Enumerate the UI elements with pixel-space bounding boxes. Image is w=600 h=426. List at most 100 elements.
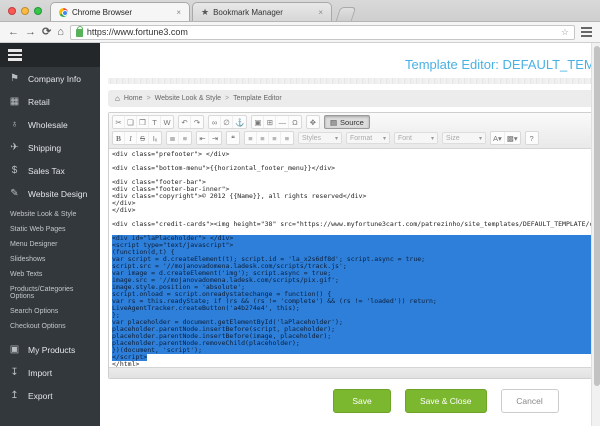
dropdown-label: Styles xyxy=(302,135,321,142)
undo-icon[interactable]: ↶ xyxy=(179,116,191,128)
strike-icon[interactable]: S xyxy=(137,132,149,144)
window-close-button[interactable] xyxy=(8,7,16,15)
hr-icon[interactable]: ― xyxy=(276,116,289,128)
code-line xyxy=(112,158,600,165)
copy-icon[interactable]: ❏ xyxy=(125,116,137,128)
breadcrumb-home[interactable]: Home xyxy=(124,95,143,102)
tab-chrome-browser[interactable]: Chrome Browser × xyxy=(50,2,190,21)
sidebar-item[interactable]: ▣ My Products xyxy=(0,338,100,361)
lock-icon xyxy=(76,29,83,37)
code-line: var placeholder = document.getElementByI… xyxy=(112,319,600,326)
home-icon[interactable]: ⌂ xyxy=(57,27,64,38)
toolbar-dropdown[interactable]: Size ▾ xyxy=(442,132,486,144)
sidebar-item-icon: ↧ xyxy=(8,367,21,378)
align-center-icon[interactable]: ≡ xyxy=(257,132,269,144)
indent-icon[interactable]: ⇥ xyxy=(209,132,221,144)
hamburger-icon[interactable] xyxy=(8,49,22,61)
new-tab-button[interactable] xyxy=(336,7,357,21)
sidebar-subitem[interactable]: Slideshows xyxy=(0,252,100,267)
sidebar-subitem[interactable]: Products/Categories Options xyxy=(0,282,100,304)
align-left-icon[interactable]: ≡ xyxy=(245,132,257,144)
browser-address-bar: ← → ⟳ ⌂ https://www.fortune3.com ☆ xyxy=(0,22,600,43)
bg-color-icon[interactable]: ▩▾ xyxy=(505,132,520,144)
main-content: Template Editor: DEFAULT_TEMPLATE ⌂ Home… xyxy=(100,43,600,426)
sidebar-subitem[interactable]: Menu Designer xyxy=(0,237,100,252)
sidebar-item[interactable]: ↧ Import xyxy=(0,361,100,384)
maximize-icon[interactable]: ✥ xyxy=(307,116,319,128)
page-scrollbar[interactable] xyxy=(591,43,600,426)
redo-icon[interactable]: ↷ xyxy=(191,116,203,128)
paste-icon[interactable]: ❒ xyxy=(137,116,149,128)
sidebar-item[interactable]: ♁ Wholesale xyxy=(0,113,100,136)
sidebar-item[interactable]: $ Sales Tax xyxy=(0,159,100,182)
sidebar-subitem[interactable]: Checkout Options xyxy=(0,319,100,334)
toolbar-dropdown[interactable]: Font ▾ xyxy=(394,132,438,144)
back-icon[interactable]: ← xyxy=(8,27,19,38)
editor-resize-bar[interactable] xyxy=(109,367,600,378)
toolbar-group: ≡≡≡≡ xyxy=(244,131,294,145)
sidebar-item[interactable]: ✈ Shipping xyxy=(0,136,100,159)
save-button[interactable]: Save xyxy=(333,389,391,413)
forward-icon[interactable]: → xyxy=(25,27,36,38)
scrollbar-thumb[interactable] xyxy=(594,46,600,386)
breadcrumb-separator: > xyxy=(147,95,151,102)
breadcrumb-level1[interactable]: Website Look & Style xyxy=(155,95,221,102)
blockquote-icon[interactable]: ❝ xyxy=(227,132,239,144)
cut-icon[interactable]: ✂ xyxy=(113,116,125,128)
sidebar-subitem[interactable]: Search Options xyxy=(0,304,100,319)
text-color-icon[interactable]: A▾ xyxy=(491,132,505,144)
tab-bookmark-manager[interactable]: ★ Bookmark Manager × xyxy=(192,2,332,21)
unlink-icon[interactable]: ∅ xyxy=(221,116,233,128)
table-icon[interactable]: ⊞ xyxy=(264,116,276,128)
sidebar-item[interactable]: ✎ Website Design xyxy=(0,182,100,205)
tab-close-icon[interactable]: × xyxy=(176,8,181,17)
sidebar-header[interactable] xyxy=(0,43,100,67)
cancel-button[interactable]: Cancel xyxy=(501,389,559,413)
sidebar-item[interactable]: ▦ Retail xyxy=(0,90,100,113)
link-icon[interactable]: ∞ xyxy=(209,116,221,128)
reload-icon[interactable]: ⟳ xyxy=(42,27,51,38)
window-controls[interactable] xyxy=(6,0,50,21)
outdent-icon[interactable]: ⇤ xyxy=(197,132,209,144)
numbered-list-icon[interactable]: ≣ xyxy=(167,132,179,144)
bold-icon[interactable]: B xyxy=(113,132,125,144)
code-line xyxy=(112,228,600,235)
paste-text-icon[interactable]: T xyxy=(149,116,161,128)
special-char-icon[interactable]: Ω xyxy=(289,116,301,128)
bookmark-star-icon[interactable]: ☆ xyxy=(561,27,569,38)
code-line: script.src = '//mojanovadomena.ladesk.co… xyxy=(112,263,600,270)
italic-icon[interactable]: I xyxy=(125,132,137,144)
window-zoom-button[interactable] xyxy=(34,7,42,15)
toolbar-groups: ✂❏❒TW ↶↷ ∞∅⚓ ▣⊞―Ω ✥ xyxy=(112,115,320,129)
help-button[interactable]: ? xyxy=(526,132,538,144)
sidebar-item[interactable]: ⚑ Company Info xyxy=(0,67,100,90)
code-line: <div class="bottom-menu">{{horizontal_fo… xyxy=(112,165,600,172)
toolbar-dropdown[interactable]: Styles ▾ xyxy=(298,132,342,144)
anchor-icon[interactable]: ⚓ xyxy=(233,116,246,128)
sidebar-item[interactable]: ↥ Export xyxy=(0,384,100,407)
sidebar-main-menu: ⚑ Company Info ▦ Retail ♁ Wholesale ✈ Sh… xyxy=(0,67,100,205)
toolbar-row-2: BISIₓ ≣≡ ⇤⇥ ❝ ≡≡≡≡ xyxy=(112,131,600,145)
sidebar-subitem[interactable]: Static Web Pages xyxy=(0,222,100,237)
paste-word-icon[interactable]: W xyxy=(161,116,173,128)
sidebar-item-icon: ⚑ xyxy=(8,73,21,84)
code-textarea[interactable]: <div class="prefooter"> </div> <div clas… xyxy=(109,149,600,367)
tab-close-icon[interactable]: × xyxy=(318,8,323,17)
save-close-button[interactable]: Save & Close xyxy=(405,389,487,413)
browser-menu-icon[interactable] xyxy=(581,27,592,37)
remove-format-icon[interactable]: Iₓ xyxy=(149,132,161,144)
code-line: <script type="text/javascript"> xyxy=(112,242,600,249)
window-minimize-button[interactable] xyxy=(21,7,29,15)
source-button[interactable]: ▤ Source xyxy=(324,115,370,129)
code-line: placeholder.parentNode.insertBefore(imag… xyxy=(112,333,600,340)
bullet-list-icon[interactable]: ≡ xyxy=(179,132,191,144)
code-line: image.src = '//mojanovadomena.ladesk.com… xyxy=(112,277,600,284)
url-input[interactable]: https://www.fortune3.com ☆ xyxy=(70,25,575,40)
image-icon[interactable]: ▣ xyxy=(252,116,264,128)
align-right-icon[interactable]: ≡ xyxy=(269,132,281,144)
sidebar-subitem[interactable]: Web Texts xyxy=(0,267,100,282)
sidebar-subitem[interactable]: Website Look & Style xyxy=(0,207,100,222)
align-justify-icon[interactable]: ≡ xyxy=(281,132,293,144)
toolbar-dropdown[interactable]: Format ▾ xyxy=(346,132,390,144)
source-code-editor: ✂❏❒TW ↶↷ ∞∅⚓ ▣⊞―Ω ✥ ▤ Source xyxy=(108,112,600,379)
